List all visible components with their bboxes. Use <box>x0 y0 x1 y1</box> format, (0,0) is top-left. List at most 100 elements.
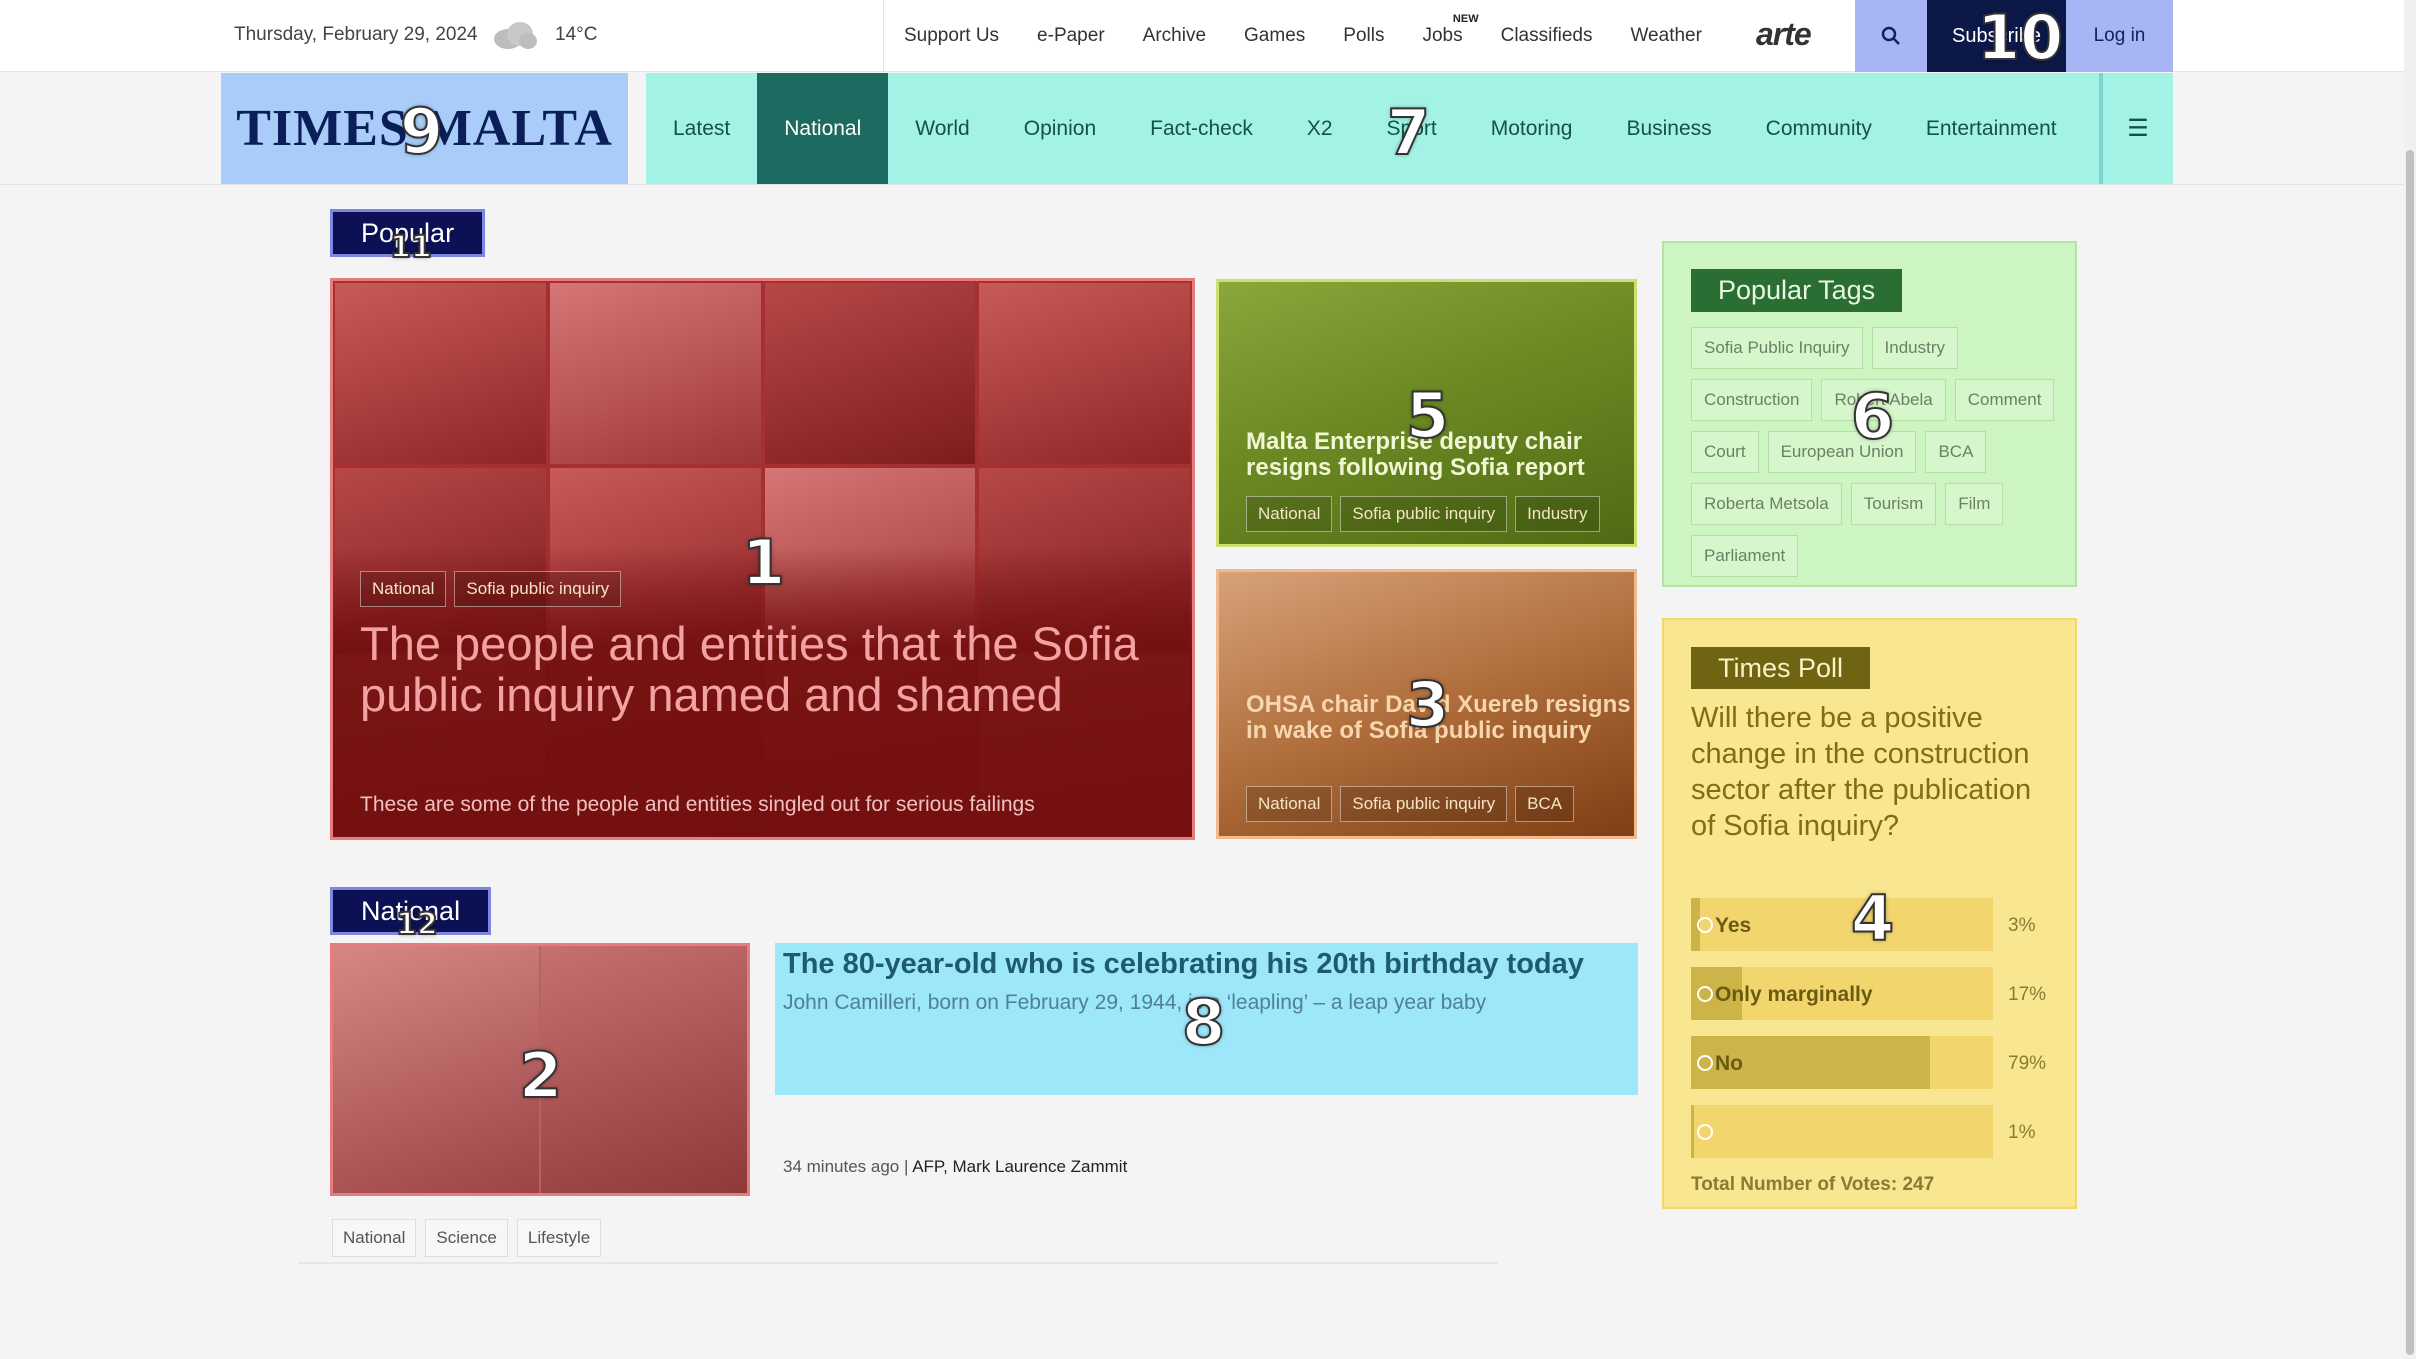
feature-dek: These are some of the people and entitie… <box>360 793 1035 816</box>
tag-chip[interactable]: Construction <box>1691 379 1813 421</box>
poll-option-percent: 3% <box>2008 915 2036 936</box>
divider <box>298 1262 1498 1264</box>
nav-community[interactable]: Community <box>1739 73 1899 184</box>
nav-national[interactable]: National <box>757 73 889 184</box>
poll-option-no[interactable]: No 79% <box>1691 1036 2046 1089</box>
temperature: 14°C <box>555 24 598 45</box>
marker-5: 5 <box>1405 379 1450 452</box>
link-polls[interactable]: Polls <box>1343 25 1384 47</box>
feature-tags: National Sofia public inquiry <box>360 571 622 607</box>
poll-option-percent: 79% <box>2008 1053 2047 1074</box>
tag-chip[interactable]: Comment <box>1954 379 2055 421</box>
marker-6: 6 <box>1850 380 1895 453</box>
poll-total-votes: Total Number of Votes: 247 <box>1691 1174 1935 1195</box>
photo-tile <box>977 281 1192 467</box>
hamburger-menu-icon[interactable]: ☰ <box>2099 73 2173 184</box>
radio-icon[interactable] <box>1697 917 1713 933</box>
poll-option-label: Only marginally <box>1715 983 1873 1006</box>
tag-chip[interactable]: Science <box>425 1219 508 1257</box>
story-tags: National Sofia public inquiry BCA <box>1246 786 1575 822</box>
tag-chip[interactable]: Sofia public inquiry <box>1340 786 1508 822</box>
nav-motoring[interactable]: Motoring <box>1464 73 1600 184</box>
marker-7: 7 <box>1386 96 1431 169</box>
link-jobs[interactable]: Jobs NEW <box>1422 13 1478 47</box>
photo-tile <box>333 281 548 467</box>
national-story-dek: John Camilleri, born on February 29, 194… <box>783 991 1487 1014</box>
nav-x2[interactable]: X2 <box>1280 73 1360 184</box>
poll-option-only-marginally[interactable]: Only marginally 17% <box>1691 967 2046 1020</box>
tag-chip[interactable]: Parliament <box>1691 535 1799 577</box>
divider <box>883 0 884 72</box>
tag-chip[interactable]: National <box>1246 496 1333 532</box>
nav-fact-check[interactable]: Fact-check <box>1123 73 1280 184</box>
poll-result-bar <box>1691 1105 1695 1158</box>
link-support-us[interactable]: Support Us <box>904 25 999 47</box>
current-date: Thursday, February 29, 2024 <box>234 24 478 45</box>
divider <box>0 184 2416 185</box>
link-games[interactable]: Games <box>1244 25 1305 47</box>
author-names[interactable]: AFP, Mark Laurence Zammit <box>912 1157 1127 1176</box>
link-archive[interactable]: Archive <box>1143 25 1206 47</box>
nav-world[interactable]: World <box>888 73 996 184</box>
radio-icon[interactable] <box>1697 986 1713 1002</box>
search-button[interactable] <box>1855 0 1927 72</box>
byline: 34 minutes ago | AFP, Mark Laurence Zamm… <box>783 1157 1127 1177</box>
nav-opinion[interactable]: Opinion <box>997 73 1123 184</box>
nav-entertainment[interactable]: Entertainment <box>1899 73 2084 184</box>
marker-3: 3 <box>1405 668 1450 741</box>
scrollbar-thumb[interactable] <box>2406 150 2414 1355</box>
widget-title: Popular Tags <box>1691 269 1903 312</box>
tag-chip[interactable]: Sofia Public Inquiry <box>1691 327 1863 369</box>
poll-option-blank[interactable]: 1% <box>1691 1105 2035 1158</box>
tag-chip[interactable]: National <box>332 1219 417 1257</box>
nav-latest[interactable]: Latest <box>646 73 757 184</box>
poll-question: Will there be a positive change in the c… <box>1691 702 2032 842</box>
tag-chip[interactable]: National <box>360 571 447 607</box>
widget-title: Times Poll <box>1691 647 1871 689</box>
marker-2: 2 <box>518 1039 563 1112</box>
radio-icon[interactable] <box>1697 1124 1713 1140</box>
tag-chip[interactable]: Roberta Metsola <box>1691 483 1842 525</box>
tag-chip[interactable]: National <box>1246 786 1333 822</box>
photo-tile <box>762 281 978 467</box>
national-story-tags: National Science Lifestyle <box>332 1219 602 1257</box>
marker-4: 4 <box>1850 882 1895 955</box>
photo-tile <box>547 281 763 467</box>
link-weather[interactable]: Weather <box>1630 25 1701 47</box>
tag-chip[interactable]: Film <box>1945 483 2004 525</box>
poll-option-percent: 17% <box>2008 984 2047 1005</box>
tag-chip[interactable]: Industry <box>1515 496 1600 532</box>
national-story-headline[interactable]: The 80-year-old who is celebrating his 2… <box>783 948 1584 981</box>
link-jobs-label: Jobs <box>1422 25 1463 46</box>
marker-10: 10 <box>1976 1 2064 74</box>
link-e-paper[interactable]: e-Paper <box>1037 25 1105 47</box>
tag-chip[interactable]: Sofia public inquiry <box>454 571 622 607</box>
nav-business[interactable]: Business <box>1599 73 1738 184</box>
tag-chip[interactable]: BCA <box>1925 431 1987 473</box>
tag-chip[interactable]: Tourism <box>1850 483 1937 525</box>
story-tags: National Sofia public inquiry Industry <box>1246 496 1600 532</box>
utility-links: Support Us e-Paper Archive Games Polls J… <box>904 0 1740 72</box>
link-classifieds[interactable]: Classifieds <box>1501 25 1593 47</box>
tag-chip[interactable]: BCA <box>1515 786 1575 822</box>
radio-icon[interactable] <box>1697 1055 1713 1071</box>
tag-chip[interactable]: Sofia public inquiry <box>1340 496 1508 532</box>
marker-9: 9 <box>399 95 444 168</box>
login-button[interactable]: Log in <box>2066 0 2173 72</box>
poll-option-yes[interactable]: Yes 3% <box>1691 898 2035 951</box>
search-icon <box>1881 26 1900 45</box>
poll-option-label: No <box>1715 1052 1743 1075</box>
photo-tile <box>541 946 747 1193</box>
poll-option-label: Yes <box>1715 914 1752 937</box>
marker-11: 11 <box>389 230 433 265</box>
poll-option-percent: 1% <box>2008 1122 2036 1143</box>
feature-headline[interactable]: The people and entities that the Sofia p… <box>360 618 1140 720</box>
tag-chip[interactable]: Court <box>1691 431 1759 473</box>
marker-8: 8 <box>1181 986 1226 1059</box>
arte-logo[interactable]: arte <box>1756 16 1812 53</box>
photo-tile <box>333 946 541 1193</box>
tag-chip[interactable]: Lifestyle <box>516 1219 602 1257</box>
byline-separator: | <box>903 1157 909 1176</box>
tag-chip[interactable]: Industry <box>1871 327 1959 369</box>
marker-12: 12 <box>395 907 439 942</box>
